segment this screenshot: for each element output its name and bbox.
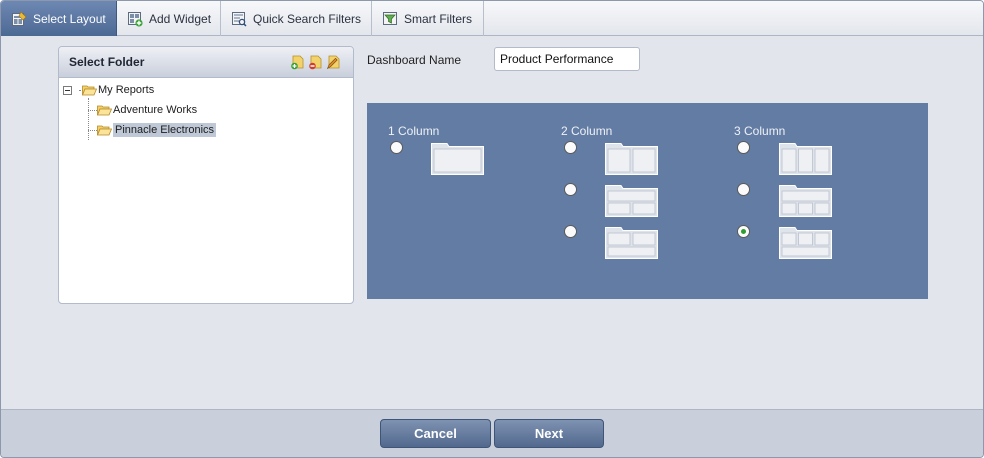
delete-folder-icon[interactable] (308, 55, 323, 70)
2-column-header-layout-icon[interactable] (605, 185, 658, 217)
layout-radio-3-column-footer[interactable] (737, 225, 750, 238)
layout-radio-2-column-footer[interactable] (564, 225, 577, 238)
dashboard-wizard-window: Select Layout Add Widget Quick Search Fi… (0, 0, 984, 458)
wizard-tab-bar: Select Layout Add Widget Quick Search Fi… (1, 1, 983, 36)
column-group-title: 3 Column (734, 124, 786, 138)
2-column-equal-layout-icon[interactable] (605, 143, 658, 175)
3-column-header-layout-icon[interactable] (779, 185, 832, 217)
3-column-footer-layout-icon[interactable] (779, 227, 832, 259)
tree-node-my-reports[interactable]: My Reports (63, 81, 154, 99)
select-folder-header: Select Folder (59, 47, 353, 78)
column-group-title: 1 Column (388, 124, 440, 138)
tree-connector (88, 110, 97, 111)
quick-search-filter-icon (232, 11, 247, 27)
smart-filter-icon (383, 11, 397, 25)
tree-connector (88, 98, 89, 140)
layout-radio-2-column-equal[interactable] (564, 141, 577, 154)
3-column-equal-layout-icon[interactable] (779, 143, 832, 175)
1-column-layout-icon[interactable] (431, 143, 484, 175)
tab-add-widget[interactable]: Add Widget (117, 1, 221, 36)
layout-radio-3-column-equal[interactable] (737, 141, 750, 154)
panel-title: Select Folder (69, 55, 145, 69)
tab-smart-filters[interactable]: Smart Filters (372, 1, 484, 36)
tab-quick-search-filters[interactable]: Quick Search Filters (221, 1, 372, 36)
layout-icon (12, 10, 27, 26)
folder-tree: My Reports Adventure Works Pinnacle Elec… (59, 78, 353, 140)
cancel-button[interactable]: Cancel (380, 419, 491, 448)
dashboard-name-input[interactable] (494, 47, 640, 71)
edit-folder-icon[interactable] (326, 55, 341, 70)
layout-radio-3-column-header[interactable] (737, 183, 750, 196)
tree-node-pinnacle-electronics[interactable]: Pinnacle Electronics (97, 121, 217, 139)
tab-label: Smart Filters (404, 11, 473, 26)
open-folder-icon (82, 85, 97, 96)
2-column-footer-layout-icon[interactable] (605, 227, 658, 259)
tab-label: Select Layout (33, 11, 106, 26)
column-group-title: 2 Column (561, 124, 613, 138)
tree-node-label: My Reports (98, 84, 155, 96)
wizard-footer: Cancel Next (1, 409, 983, 457)
tab-label: Quick Search Filters (253, 11, 362, 26)
add-widget-icon (128, 11, 143, 27)
tree-node-label: Pinnacle Electronics (113, 123, 217, 137)
layout-chooser: 1 Column 2 Column 3 Column (367, 103, 928, 299)
layout-radio-2-column-header[interactable] (564, 183, 577, 196)
tree-node-label: Adventure Works (113, 104, 198, 116)
folder-actions (290, 55, 341, 70)
tree-node-adventure-works[interactable]: Adventure Works (97, 101, 197, 119)
open-folder-icon (97, 125, 112, 136)
open-folder-icon (97, 105, 112, 116)
next-button[interactable]: Next (494, 419, 604, 448)
layout-radio-1-column[interactable] (390, 141, 403, 154)
dashboard-name-label: Dashboard Name (367, 53, 462, 67)
tab-select-layout[interactable]: Select Layout (1, 1, 117, 36)
tab-label: Add Widget (149, 11, 212, 26)
select-folder-panel: Select Folder My Reports Adventure Works… (58, 46, 354, 304)
tree-connector (88, 130, 97, 131)
add-folder-icon[interactable] (290, 55, 305, 70)
collapse-toggle-icon[interactable] (63, 85, 72, 95)
